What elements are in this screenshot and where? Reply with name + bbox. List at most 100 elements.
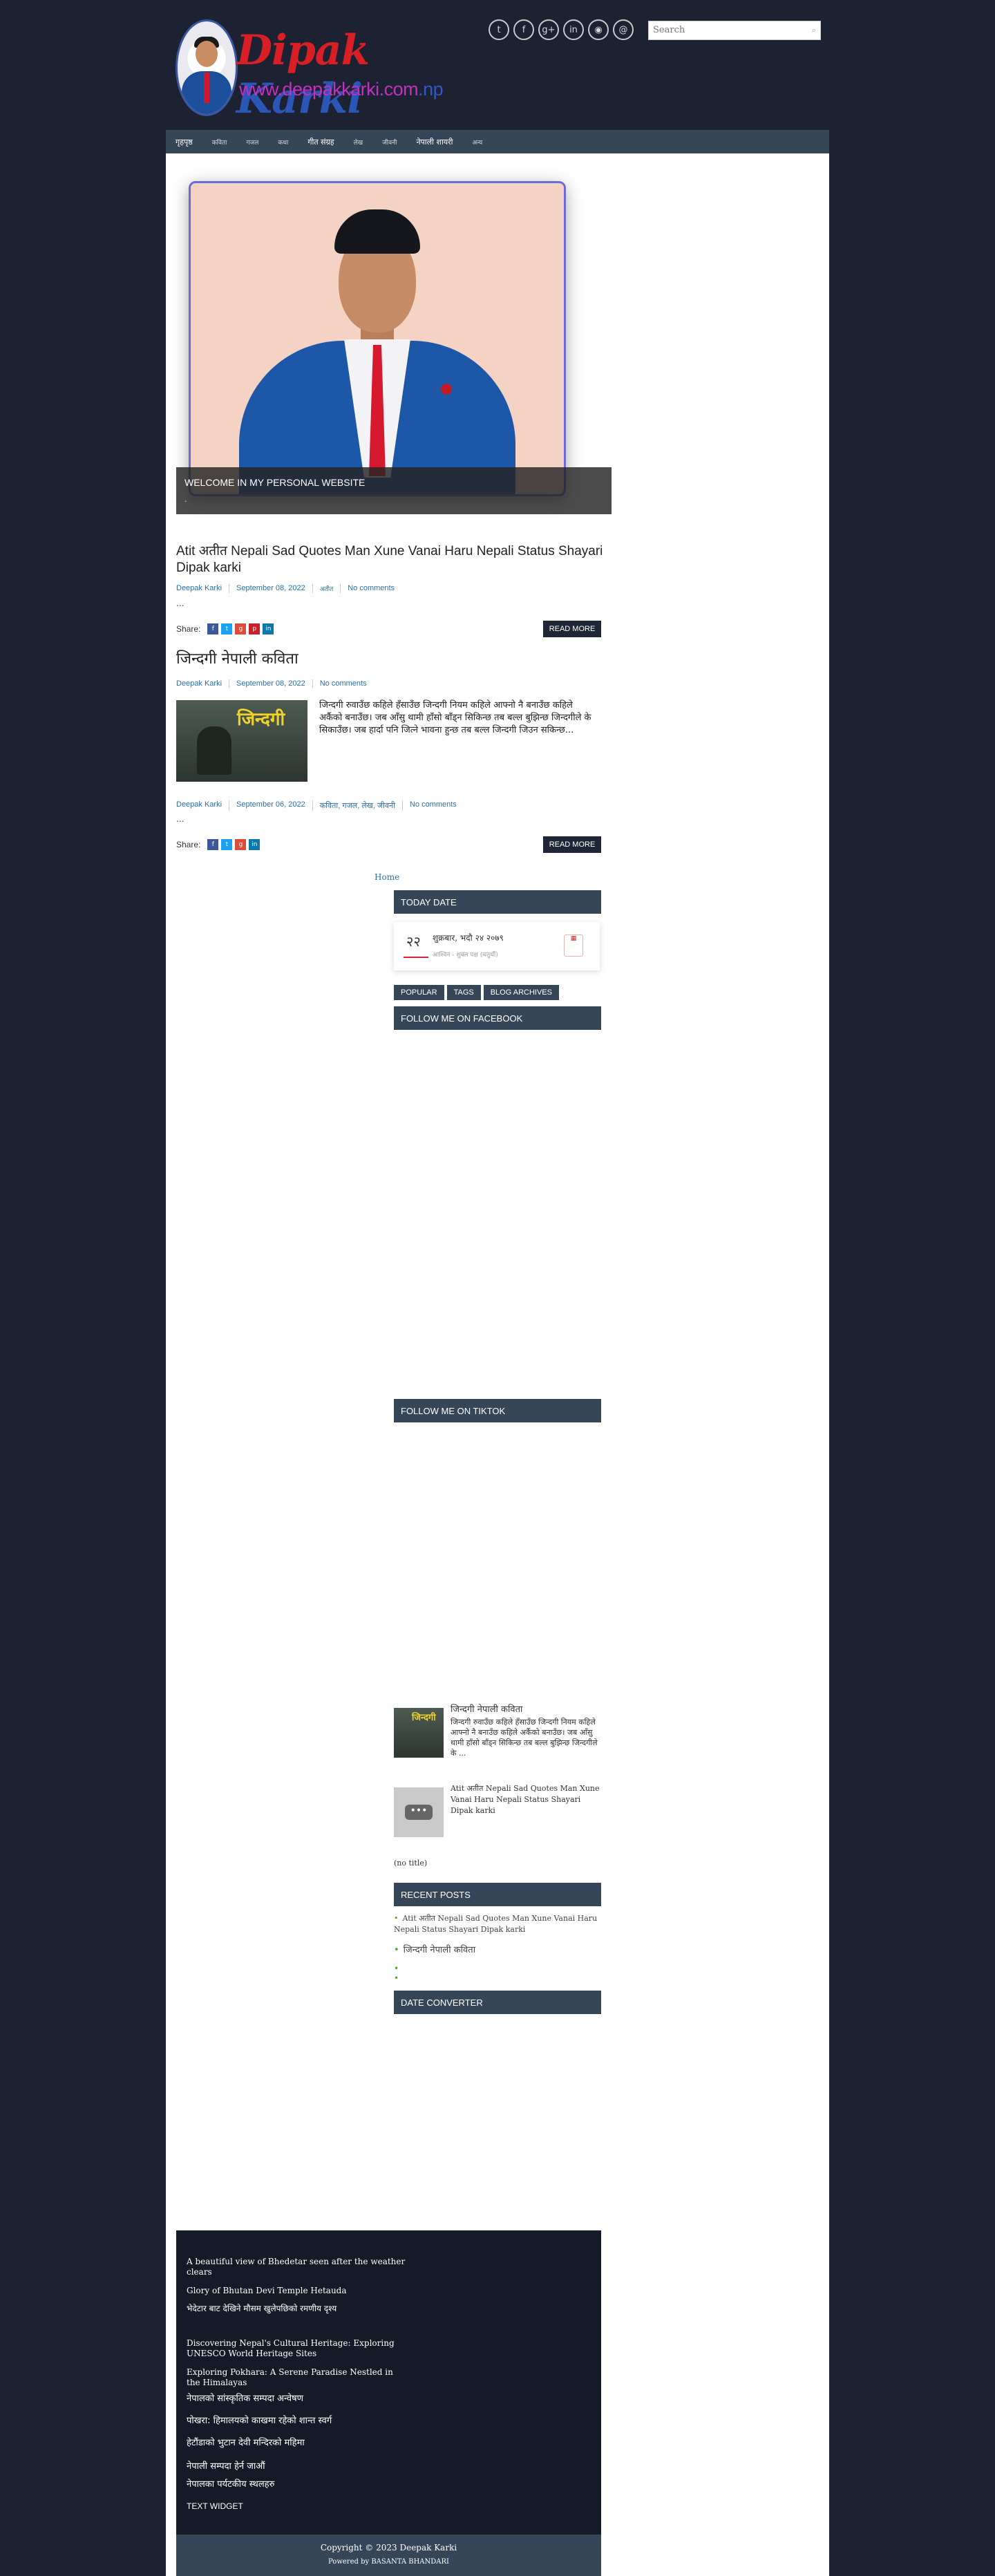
nav-item-article[interactable]: लेख (354, 138, 363, 147)
nav-item-poem[interactable]: कविता (212, 138, 227, 147)
footer-link[interactable]: नेपालको सांस्कृतिक सम्पदा अन्वेषण (187, 2394, 408, 2404)
footer-link[interactable]: भेदेटार बाट देखिने मौसम खुलेपछिको रमणीय … (187, 2304, 408, 2314)
recent-posts-header: RECENT POSTS (394, 1883, 601, 1906)
post-comments[interactable]: No comments (312, 679, 374, 688)
text-widget-title: TEXT WIDGET (187, 2501, 243, 2511)
tithi-line: आश्विन - शुक्ल पक्ष (चतुर्थी) (433, 952, 498, 959)
nav-item-biography[interactable]: जीवनी (382, 138, 397, 147)
twitter-icon[interactable]: t (489, 19, 509, 40)
share-label: Share: (176, 624, 201, 634)
footer-link[interactable]: नेपाली सम्पदा हेर्न जाऔं (187, 2461, 408, 2472)
linkedin-icon[interactable]: in (563, 19, 584, 40)
search-input[interactable] (649, 21, 809, 38)
footer-link[interactable]: हेटौंडाको भुटान देवी मन्दिरको महिमा (187, 2438, 408, 2448)
footer-link[interactable]: A beautiful view of Bhedetar seen after … (187, 2257, 408, 2277)
twitter-share-icon[interactable]: t (221, 839, 233, 850)
facebook-share-icon[interactable]: f (207, 839, 219, 850)
footer-link[interactable]: पोखरा: हिमालयको काखमा रहेको शान्त स्वर्ग (187, 2416, 408, 2426)
read-more-button[interactable]: READ MORE (543, 836, 601, 853)
no-title-label: (no title) (394, 1859, 428, 1868)
post-thumbnail[interactable]: जिन्दगी (176, 700, 307, 782)
post-author[interactable]: Deepak Karki (176, 800, 229, 811)
date-day: २२ (406, 933, 421, 950)
recent-post-item[interactable]: • (394, 1973, 601, 1984)
post-comments[interactable]: No comments (401, 800, 464, 811)
share-bar: Share: f t g p in (176, 623, 274, 634)
featured-slider[interactable]: WELCOME IN MY PERSONAL WEBSITE . (176, 169, 612, 514)
popular-placeholder-thumbnail[interactable]: ••• (394, 1787, 444, 1837)
read-more-button[interactable]: READ MORE (543, 621, 601, 637)
sidebar-tabs: POPULAR TAGS BLOG ARCHIVES (394, 985, 559, 1000)
popular-thumbnail[interactable]: जिन्दगी (394, 1708, 444, 1758)
site-header: Dipak Karki www.deepakkarki.com.np t f g… (166, 0, 829, 130)
logo-title: Dipak Karki (236, 26, 370, 123)
nav-item-home[interactable]: गृहपृष्ठ (176, 137, 193, 147)
recent-post-item[interactable]: • Atit अतीत Nepali Sad Quotes Man Xune Va… (394, 1913, 601, 1935)
facebook-share-icon[interactable]: f (207, 623, 219, 634)
footer-section: A beautiful view of Bhedetar seen after … (176, 2230, 601, 2576)
tab-tags[interactable]: TAGS (446, 985, 481, 1000)
twitter-share-icon[interactable]: t (221, 623, 233, 634)
linkedin-share-icon[interactable]: in (249, 839, 260, 850)
popular-title[interactable]: जिन्दगी नेपाली कविता (451, 1704, 601, 1715)
page-wrapper: Dipak Karki www.deepakkarki.com.np t f g… (166, 0, 829, 2576)
nav-item-songs[interactable]: गीत संग्रह (307, 137, 334, 147)
footer-link[interactable]: Glory of Bhutan Devi Temple Hetauda (187, 2286, 408, 2296)
post-title[interactable]: Atit अतीत Nepali Sad Quotes Man Xune Van… (176, 543, 605, 576)
date-converter-header: DATE CONVERTER (394, 1991, 601, 2014)
post-author[interactable]: Deepak Karki (176, 679, 229, 688)
post-date[interactable]: September 08, 2022 (229, 679, 312, 688)
date-line: शुक्रबार, भदौ २४ २०७९ (433, 933, 504, 943)
footer-link[interactable]: Discovering Nepal's Cultural Heritage: E… (187, 2338, 408, 2359)
google-share-icon[interactable]: g (235, 623, 247, 634)
post-dots: ... (176, 814, 184, 824)
today-date-header: TODAY DATE (394, 890, 601, 914)
tiktok-header: FOLLOW ME ON TIKTOK (394, 1399, 601, 1422)
share-bar: Share: f t g in (176, 839, 260, 850)
home-link[interactable]: Home (375, 872, 399, 882)
post-label[interactable]: अतीत (312, 584, 340, 593)
facebook-header: FOLLOW ME ON FACEBOOK (394, 1006, 601, 1030)
copyright-text: Copyright © 2023 Deepak Karki (320, 2543, 457, 2553)
tab-archives[interactable]: BLOG ARCHIVES (483, 985, 559, 1000)
popular-title[interactable]: Atit अतीत Nepali Sad Quotes Man Xune Van… (451, 1783, 601, 1816)
google-share-icon[interactable]: g (235, 839, 247, 850)
google-plus-icon[interactable]: g+ (538, 19, 559, 40)
powered-by[interactable]: Powered by BASANTA BHANDARI (176, 2553, 601, 2566)
post-dots: ... (176, 599, 184, 608)
today-date-widget: २२ शुक्रबार, भदौ २४ २०७९ आश्विन - शुक्ल … (394, 922, 600, 970)
email-icon[interactable]: @ (613, 19, 634, 40)
tab-popular[interactable]: POPULAR (394, 985, 444, 1000)
featured-photo (189, 181, 566, 496)
slider-caption: WELCOME IN MY PERSONAL WEBSITE . (176, 467, 612, 514)
footer-link[interactable]: Exploring Pokhara: A Serene Paradise Nes… (187, 2367, 408, 2388)
pinterest-share-icon[interactable]: p (249, 623, 260, 634)
logo-url: www.deepakkarki.com.np (239, 79, 444, 100)
social-icons: t f g+ in ◉ @ (489, 19, 634, 40)
logo-avatar (176, 19, 238, 116)
search-box: ⌕ (648, 21, 821, 40)
rss-icon[interactable]: ◉ (588, 19, 609, 40)
popular-excerpt: जिन्दगी रुवाउँछ कहिले हँसाउँछ जिन्दगी नि… (451, 1718, 598, 1758)
recent-post-item[interactable]: • जिन्दगी नेपाली कविता (394, 1945, 601, 1956)
post-date[interactable]: September 08, 2022 (229, 584, 312, 593)
nav-item-other[interactable]: अन्य (473, 138, 483, 147)
post-meta: Deepak Karki September 08, 2022 No comme… (176, 679, 374, 688)
ellipsis-icon: ••• (405, 1805, 433, 1820)
post-author[interactable]: Deepak Karki (176, 584, 229, 593)
post-title[interactable]: जिन्दगी नेपाली कविता (176, 651, 605, 668)
search-icon[interactable]: ⌕ (812, 26, 816, 35)
nav-item-shayari[interactable]: नेपाली शायरी (416, 137, 453, 147)
nav-item-gazal[interactable]: गजल (246, 138, 258, 147)
post-date[interactable]: September 06, 2022 (229, 800, 312, 811)
post-comments[interactable]: No comments (340, 584, 401, 593)
post-labels[interactable]: कविता, गजल, लेख, जीवनी (312, 800, 402, 811)
post-meta: Deepak Karki September 08, 2022 अतीत No … (176, 584, 401, 593)
linkedin-share-icon[interactable]: in (263, 623, 274, 634)
facebook-icon[interactable]: f (513, 19, 534, 40)
footer-link[interactable]: नेपालका पर्यटकीय स्थलहरु (187, 2479, 408, 2490)
calendar-icon: ▦ (564, 934, 583, 957)
nav-item-story[interactable]: कथा (278, 138, 288, 147)
post-excerpt: जिन्दगी रुवाउँछ कहिले हँसाउँछ जिन्दगी नि… (319, 700, 591, 735)
site-logo[interactable]: Dipak Karki www.deepakkarki.com.np (176, 19, 444, 123)
